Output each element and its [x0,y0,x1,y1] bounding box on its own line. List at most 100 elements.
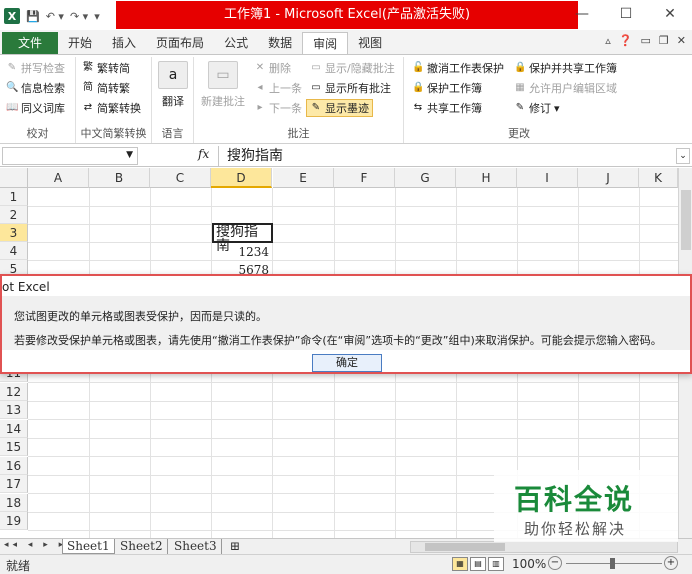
row-header-18[interactable]: 18 [0,493,28,512]
row-header-14[interactable]: 14 [0,419,28,438]
column-header-A[interactable]: A [28,168,89,188]
row-header-3[interactable]: 3 [0,224,28,242]
tab-insert[interactable]: 插入 [102,32,146,54]
column-header-F[interactable]: F [334,168,395,188]
ribbon-right-controls: ▵ ❓ ▭ ❐ ✕ [605,34,686,47]
select-all-corner[interactable] [0,168,28,188]
doc-close-icon[interactable]: ✕ [677,34,686,47]
spell-check-button[interactable]: ✎ 拼写检查 [6,59,65,77]
row-header-1[interactable]: 1 [0,188,28,206]
help-icon[interactable]: ❓ [619,34,633,47]
column-header-I[interactable]: I [517,168,578,188]
save-icon[interactable]: 💾 [26,10,40,23]
row-header-16[interactable]: 16 [0,456,28,475]
row-header-15[interactable]: 15 [0,438,28,456]
delete-comment-icon: ✕ [255,62,265,73]
doc-restore-icon[interactable]: ❐ [659,34,669,47]
tab-formulas[interactable]: 公式 [214,32,258,54]
protect-share-button[interactable]: 🔒 保护并共享工作簿 [514,59,617,77]
insert-sheet-icon[interactable]: ⊞ [226,539,244,554]
thesaurus-button[interactable]: 📖 同义词库 [6,99,65,117]
protect-workbook-button[interactable]: 🔒 保护工作簿 [412,79,482,97]
minimize-button[interactable]: — [560,0,604,30]
cell-D3[interactable]: 搜狗指南 [212,223,273,253]
zoom-level[interactable]: 100% [512,557,546,571]
tab-review[interactable]: 审阅 [302,32,349,54]
row-header-4[interactable]: 4 [0,242,28,260]
horizontal-scrollbar[interactable] [410,541,678,553]
row-header-12[interactable]: 12 [0,382,28,401]
proofing-group-label: 校对 [26,127,49,140]
row-header-19[interactable]: 19 [0,512,28,530]
sheet-tab-1[interactable]: Sheet1 [62,539,115,554]
research-button[interactable]: 🔍 信息检索 [6,79,65,97]
cell-D4[interactable]: 1234 [212,243,273,261]
row-gridline [28,400,678,402]
column-header-B[interactable]: B [89,168,150,188]
column-header-G[interactable]: G [395,168,456,188]
show-all-comments-button[interactable]: ▭ 显示所有批注 [310,79,391,97]
column-header-K[interactable]: K [639,168,678,188]
protect-share-icon: 🔒 [514,62,527,73]
tab-file[interactable]: 文件 [2,32,59,54]
column-header-J[interactable]: J [578,168,639,188]
column-header-C[interactable]: C [150,168,211,188]
undo-icon[interactable]: ↶ ▾ [46,10,64,23]
page-layout-view-icon[interactable]: ▤ [470,557,486,571]
maximize-button[interactable]: ☐ [604,0,648,30]
chinese-conversion-button[interactable]: ⇄ 简繁转换 [82,99,141,117]
row-header-2[interactable]: 2 [0,206,28,224]
sheet-tab-3[interactable]: Sheet3 [170,539,222,554]
show-ink-button[interactable]: ✎ 显示墨迹 [306,99,373,117]
share-workbook-button[interactable]: ⇆ 共享工作簿 [412,99,482,117]
column-header-E[interactable]: E [273,168,334,188]
name-box[interactable]: ▼ [2,147,138,165]
track-changes-button[interactable]: ✎ 修订 ▾ [514,99,560,117]
row-header-13[interactable]: 13 [0,401,28,419]
show-hide-comment-button[interactable]: ▭ 显示/隐藏批注 [310,59,394,77]
translate-label: 翻译 [162,95,184,108]
translate-icon: a [158,61,188,89]
row-gridline [28,419,678,420]
unprotect-sheet-button[interactable]: 🔓 撤消工作表保护 [412,59,504,77]
simp-to-trad-button[interactable]: 简简转繁 [82,79,130,97]
tab-data[interactable]: 数据 [258,32,302,54]
customize-qa-icon[interactable]: ▾ [94,10,100,23]
zoom-out-icon[interactable]: − [548,556,562,570]
delete-comment-button[interactable]: ✕ 删除 [254,59,291,77]
normal-view-icon[interactable]: ▦ [452,557,468,571]
tab-view[interactable]: 视图 [348,32,392,54]
next-comment-button[interactable]: ▸ 下一条 [254,99,302,117]
track-changes-dropdown-icon: ▾ [554,101,560,115]
dialog-ok-button[interactable]: 确定 [312,354,382,372]
translate-button[interactable]: a 翻译 [156,61,190,109]
formula-input[interactable]: 搜狗指南 [218,146,676,166]
tab-page-layout[interactable]: 页面布局 [146,32,214,54]
close-button[interactable]: ✕ [648,0,692,30]
redo-icon[interactable]: ↷ ▾ [70,10,88,23]
zoom-slider-thumb[interactable] [610,558,615,569]
sheet-tab-2[interactable]: Sheet2 [116,539,168,554]
ribbon: ✎ 拼写检查 🔍 信息检索 📖 同义词库 校对 繁繁转简 简简转繁 ⇄ 简繁转换 中文简… [0,54,692,144]
row-gridline [28,260,678,261]
zoom-in-icon[interactable]: + [664,556,678,570]
row-header-17[interactable]: 17 [0,475,28,493]
new-comment-button[interactable]: ▭ 新建批注 [198,61,248,109]
vertical-scroll-thumb[interactable] [681,190,691,250]
allow-edit-ranges-button[interactable]: ▦ 允许用户编辑区域 [514,79,617,97]
column-header-D[interactable]: D [211,168,272,188]
expand-formula-bar-icon[interactable]: ⌄ [676,148,690,164]
prev-comment-button[interactable]: ◂ 上一条 [254,79,302,97]
insert-function-icon[interactable]: fx [198,147,209,161]
trad-to-simp-button[interactable]: 繁繁转简 [82,59,130,77]
watermark-subtitle: 助你轻松解决 [524,520,627,538]
horizontal-scroll-thumb[interactable] [425,543,505,551]
status-ready: 就绪 [6,559,31,573]
page-break-view-icon[interactable]: ▥ [488,557,504,571]
doc-minimize-icon[interactable]: ▭ [641,34,651,47]
tab-home[interactable]: 开始 [58,32,102,54]
group-comments: ▭ 新建批注 ✕ 删除 ◂ 上一条 ▸ 下一条 ▭ 显示/隐藏批注 ▭ 显示所有批注 ✎ 显… [194,57,404,143]
name-box-dropdown-icon[interactable]: ▼ [126,150,133,160]
column-header-H[interactable]: H [456,168,517,188]
collapse-ribbon-icon[interactable]: ▵ [605,34,611,47]
